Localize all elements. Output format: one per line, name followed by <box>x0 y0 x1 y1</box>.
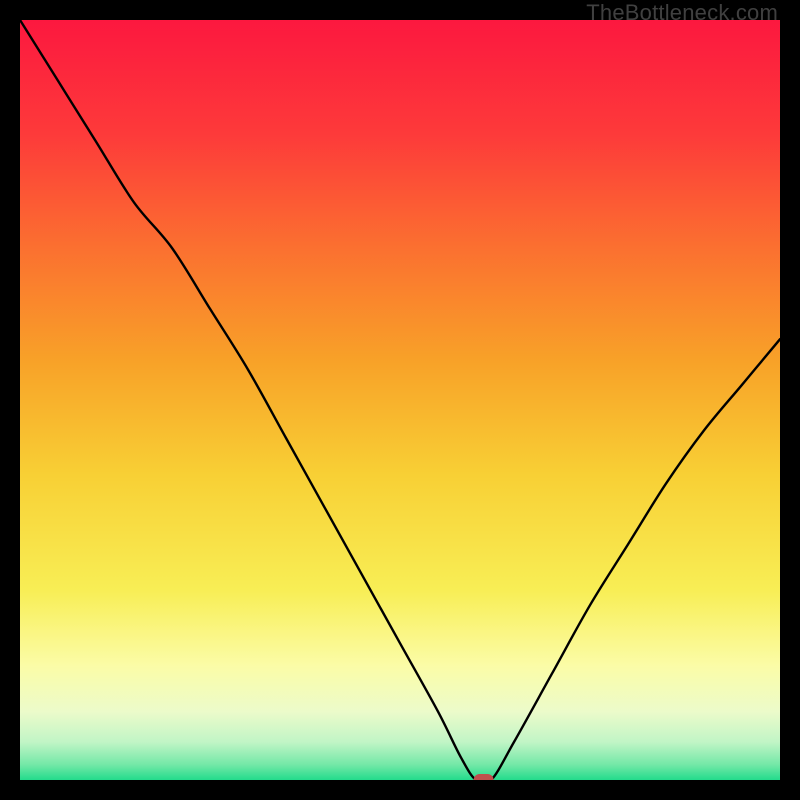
optimal-point-marker <box>474 774 494 780</box>
chart-frame: TheBottleneck.com <box>0 0 800 800</box>
plot-background <box>20 20 780 780</box>
bottleneck-chart <box>20 20 780 780</box>
